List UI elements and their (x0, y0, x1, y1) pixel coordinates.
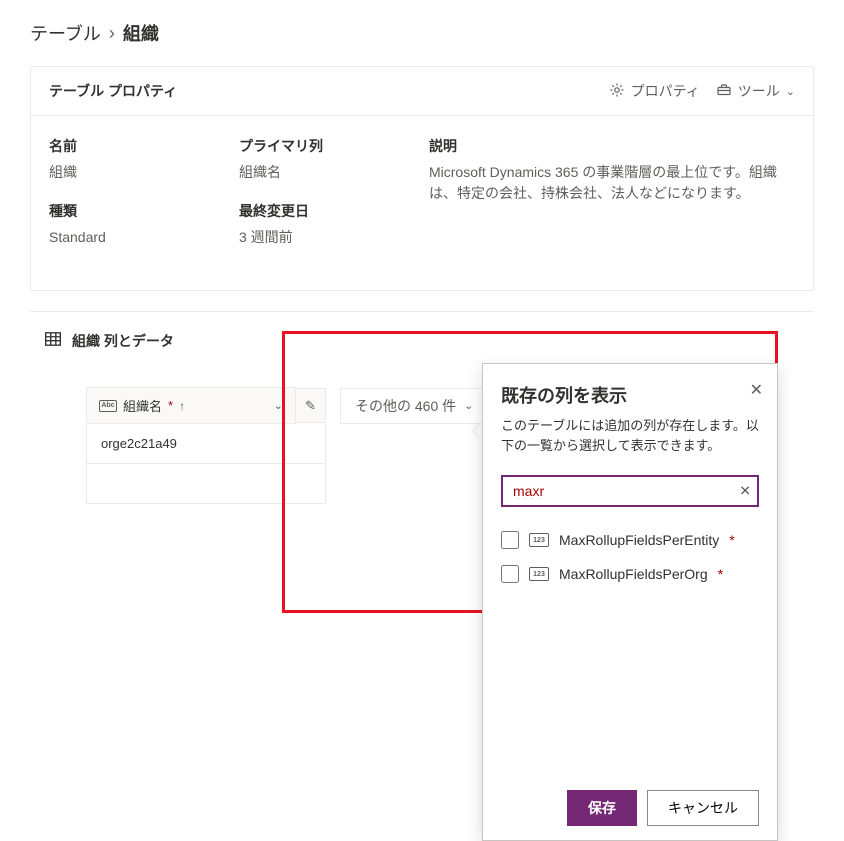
columns-data-header: 組織 列とデータ (30, 322, 814, 359)
desc-value: Microsoft Dynamics 365 の事業階層の最上位です。組織は、特… (429, 162, 795, 204)
card-header: テーブル プロパティ プロパティ ツール (31, 67, 813, 116)
column-checkbox[interactable] (501, 531, 519, 549)
primary-value: 組織名 (239, 162, 429, 183)
panel-title: 既存の列を表示 (501, 382, 759, 408)
column-label: MaxRollupFieldsPerEntity (559, 532, 719, 548)
column-header-orgname[interactable]: Abc 組織名 * ↑ ⌄ (86, 387, 296, 424)
panel-description: このテーブルには追加の列が存在します。以下の一覧から選択して表示できます。 (501, 416, 759, 455)
breadcrumb-parent[interactable]: テーブル (30, 20, 101, 46)
breadcrumb: テーブル › 組織 (0, 0, 844, 66)
card-actions: プロパティ ツール ⌄ (609, 81, 795, 101)
sort-ascending-icon: ↑ (179, 399, 185, 413)
breadcrumb-separator: › (109, 23, 115, 44)
desc-label: 説明 (429, 136, 795, 156)
columns-data-title: 組織 列とデータ (72, 331, 174, 351)
clear-search-button[interactable]: ✕ (739, 483, 751, 500)
cancel-button[interactable]: キャンセル (647, 790, 759, 826)
required-indicator: * (168, 398, 173, 413)
tools-label: ツール (738, 81, 780, 101)
text-type-icon: Abc (99, 400, 117, 412)
column-header-label: 組織名 (123, 396, 162, 415)
panel-list: 123 MaxRollupFieldsPerEntity * 123 MaxRo… (483, 517, 777, 776)
column-checkbox[interactable] (501, 565, 519, 583)
primary-label: プライマリ列 (239, 136, 429, 156)
list-item[interactable]: 123 MaxRollupFieldsPerOrg * (501, 557, 759, 591)
gear-icon (609, 82, 625, 101)
type-value: Standard (49, 227, 239, 248)
show-existing-columns-panel: 既存の列を表示 ✕ このテーブルには追加の列が存在します。以下の一覧から選択して… (482, 363, 778, 841)
modified-label: 最終変更日 (239, 201, 429, 221)
properties-action[interactable]: プロパティ (609, 81, 700, 101)
other-columns-wrap: その他の 460 件 ⌄ (340, 388, 502, 424)
search-input[interactable] (501, 475, 759, 507)
name-label: 名前 (49, 136, 239, 156)
chevron-down-icon: ⌄ (464, 399, 473, 412)
other-columns-button[interactable]: その他の 460 件 ⌄ (340, 388, 488, 424)
panel-search: ✕ (501, 475, 759, 507)
card-body: 名前 組織 種類 Standard プライマリ列 組織名 最終変更日 3 週間前… (31, 116, 813, 290)
close-icon: ✕ (739, 483, 751, 499)
close-icon: ✕ (750, 382, 763, 399)
panel-footer: 保存 キャンセル (483, 776, 777, 840)
panel-header: 既存の列を表示 ✕ このテーブルには追加の列が存在します。以下の一覧から選択して… (483, 364, 777, 465)
chevron-down-icon: ⌄ (786, 85, 795, 98)
table-icon (44, 330, 62, 351)
required-indicator: * (718, 566, 723, 582)
column-label: MaxRollupFieldsPerOrg (559, 566, 708, 582)
number-type-icon: 123 (529, 567, 549, 581)
columns-data-section: 組織 列とデータ Abc 組織名 * ↑ ⌄ ✎ その他の 460 件 ⌄ (30, 311, 814, 839)
pencil-icon: ✎ (305, 398, 316, 414)
card-title: テーブル プロパティ (49, 81, 177, 101)
table-row-empty[interactable] (86, 464, 326, 504)
tools-action[interactable]: ツール ⌄ (716, 81, 795, 101)
edit-column-button[interactable]: ✎ (296, 388, 326, 423)
table-row[interactable]: orge2c21a49 (86, 424, 326, 464)
save-button[interactable]: 保存 (567, 790, 637, 826)
table-properties-card: テーブル プロパティ プロパティ ツール (30, 66, 814, 291)
required-indicator: * (729, 532, 734, 548)
name-value: 組織 (49, 162, 239, 183)
data-area: Abc 組織名 * ↑ ⌄ ✎ その他の 460 件 ⌄ orge2c21a49 (30, 359, 814, 839)
properties-label: プロパティ (631, 81, 700, 101)
number-type-icon: 123 (529, 533, 549, 547)
list-item[interactable]: 123 MaxRollupFieldsPerEntity * (501, 523, 759, 557)
panel-search-wrap: ✕ (483, 465, 777, 517)
callout-tip (474, 423, 482, 439)
chevron-down-icon: ⌄ (274, 399, 283, 412)
close-button[interactable]: ✕ (750, 380, 763, 400)
type-label: 種類 (49, 201, 239, 221)
other-columns-label: その他の 460 件 (355, 396, 456, 416)
breadcrumb-current: 組織 (123, 20, 159, 46)
modified-value: 3 週間前 (239, 227, 429, 248)
toolbox-icon (716, 82, 732, 101)
